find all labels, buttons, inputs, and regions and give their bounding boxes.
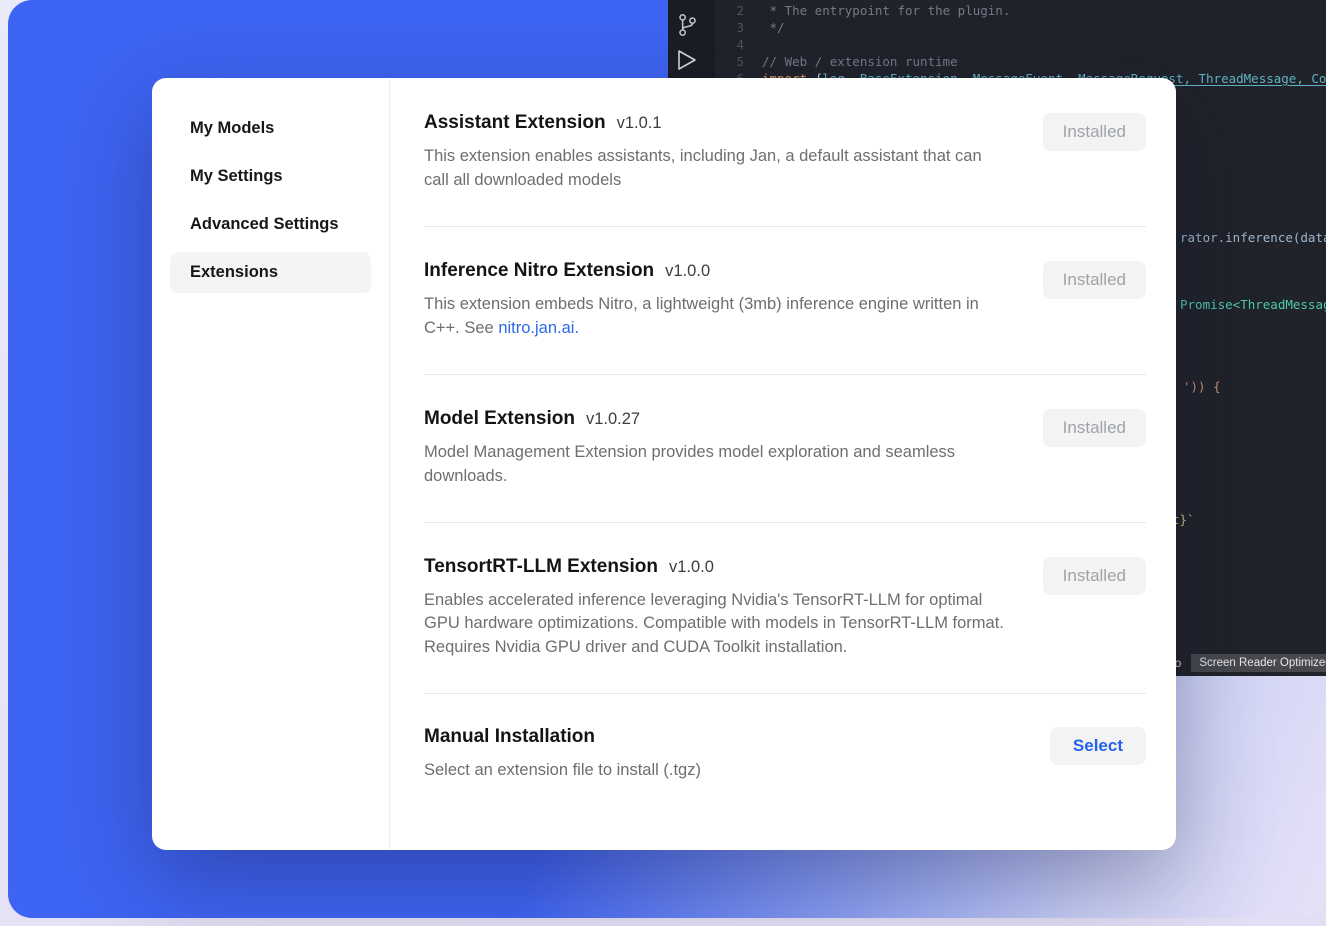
code-fragment: rator.inference(data)); (1180, 230, 1326, 245)
play-icon (673, 47, 699, 77)
manual-installation-title: Manual Installation (424, 726, 595, 747)
code-line: 2 * The entrypoint for the plugin. (714, 2, 1326, 19)
extension-version: v1.0.0 (669, 558, 714, 576)
extension-name: Model Extension (424, 408, 575, 429)
installed-button[interactable]: Installed (1043, 409, 1146, 447)
select-file-button[interactable]: Select (1050, 727, 1146, 765)
installed-button[interactable]: Installed (1043, 113, 1146, 151)
git-branch-icon (676, 13, 698, 41)
extension-name: Inference Nitro Extension (424, 260, 654, 281)
extension-version: v1.0.1 (617, 114, 662, 132)
extension-name: TensortRT-LLM Extension (424, 556, 658, 577)
extension-row: Model Extension v1.0.27 Model Management … (424, 375, 1146, 523)
line-number: 3 (714, 19, 744, 36)
extensions-panel: Assistant Extension v1.0.1 This extension… (390, 78, 1176, 850)
extension-description: Enables accelerated inference leveraging… (424, 589, 1004, 661)
code-line: 3 */ (714, 19, 1326, 36)
code-text: */ (762, 19, 785, 36)
sidebar-item-extensions[interactable]: Extensions (170, 252, 371, 293)
code-lines: 2 * The entrypoint for the plugin. 3 */ … (714, 2, 1326, 87)
extension-description: This extension embeds Nitro, a lightweig… (424, 293, 1004, 341)
settings-sidebar: My Models My Settings Advanced Settings … (152, 78, 390, 850)
installed-button[interactable]: Installed (1043, 261, 1146, 299)
code-line: 4 (714, 36, 1326, 53)
sidebar-item-my-settings[interactable]: My Settings (170, 156, 371, 197)
code-line: 5 // Web / extension runtime (714, 53, 1326, 70)
nitro-link[interactable]: nitro.jan.ai. (498, 319, 579, 337)
line-number: 4 (714, 36, 744, 53)
manual-installation-description: Select an extension file to install (.tg… (424, 759, 701, 783)
code-text: * The entrypoint for the plugin. (762, 2, 1010, 19)
manual-installation-row: Manual Installation Select an extension … (424, 694, 1146, 816)
extension-version: v1.0.0 (665, 262, 710, 280)
line-number: 5 (714, 53, 744, 70)
extension-version: v1.0.27 (586, 410, 640, 428)
sidebar-item-my-models[interactable]: My Models (170, 108, 371, 149)
line-number: 2 (714, 2, 744, 19)
extension-name: Assistant Extension (424, 112, 606, 133)
extension-row: Assistant Extension v1.0.1 This extension… (424, 78, 1146, 227)
screen-reader-badge: Screen Reader Optimized (1191, 654, 1326, 672)
extension-description: Model Management Extension provides mode… (424, 441, 1004, 489)
extension-row: TensortRT-LLM Extension v1.0.0 Enables ac… (424, 523, 1146, 695)
sidebar-item-advanced-settings[interactable]: Advanced Settings (170, 204, 371, 245)
editor-status: go Screen Reader Optimized (1168, 654, 1326, 672)
extension-row: Inference Nitro Extension v1.0.0 This ext… (424, 227, 1146, 375)
extension-description: This extension enables assistants, inclu… (424, 145, 1004, 193)
settings-modal: My Models My Settings Advanced Settings … (152, 78, 1176, 850)
code-fragment: Promise<ThreadMessage> (1180, 297, 1326, 312)
code-fragment: ')) { (1183, 379, 1221, 394)
code-text: // Web / extension runtime (762, 53, 958, 70)
installed-button[interactable]: Installed (1043, 557, 1146, 595)
desktop: 2 * The entrypoint for the plugin. 3 */ … (0, 0, 1326, 926)
